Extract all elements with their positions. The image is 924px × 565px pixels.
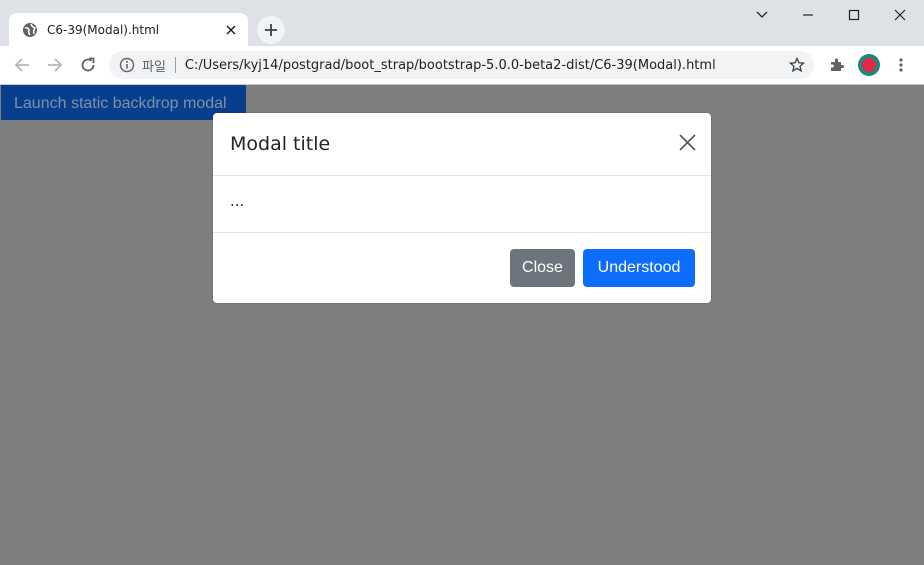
reload-icon — [81, 57, 95, 72]
menu-button[interactable] — [887, 51, 915, 79]
page-content: Launch static backdrop modal Modal title… — [0, 85, 924, 565]
profile-avatar[interactable] — [858, 54, 880, 76]
window-close-button[interactable] — [877, 0, 923, 30]
modal-dialog: Modal title ... Close Understood — [213, 113, 711, 303]
modal-close-icon[interactable] — [677, 132, 697, 152]
maximize-button[interactable] — [831, 0, 877, 30]
divider — [174, 57, 176, 73]
window-close-icon — [894, 9, 906, 21]
tab-title: C6-39(Modal).html — [47, 22, 160, 37]
star-icon[interactable] — [783, 51, 811, 79]
modal-footer: Close Understood — [213, 233, 711, 303]
reload-button[interactable] — [74, 51, 102, 79]
new-tab-button[interactable] — [257, 16, 285, 44]
close-icon[interactable] — [221, 20, 241, 40]
minimize-icon — [803, 14, 813, 16]
maximize-icon — [848, 9, 860, 21]
kebab-menu-icon — [899, 58, 903, 72]
browser-tab[interactable]: C6-39(Modal).html — [9, 13, 248, 46]
modal-title: Modal title — [230, 133, 331, 155]
back-button[interactable] — [8, 51, 36, 79]
minimize-button[interactable] — [785, 0, 831, 30]
close-button[interactable]: Close — [510, 249, 575, 287]
info-icon[interactable] — [119, 57, 135, 73]
browser-chrome: C6-39(Modal).html 파일 C:/Users/kyj14/post… — [0, 0, 924, 85]
address-bar[interactable]: 파일 C:/Users/kyj14/postgrad/boot_strap/bo… — [109, 51, 814, 79]
forward-arrow-icon — [48, 58, 63, 72]
plus-icon — [265, 24, 277, 36]
extensions-button[interactable] — [823, 51, 851, 79]
launch-modal-button[interactable]: Launch static backdrop modal — [1, 85, 246, 120]
tab-search-button[interactable] — [739, 0, 785, 30]
tab-strip: C6-39(Modal).html — [0, 0, 924, 46]
modal-body-text: ... — [230, 192, 245, 210]
modal-body: ... — [213, 176, 711, 233]
url-text[interactable]: C:/Users/kyj14/postgrad/boot_strap/boots… — [185, 58, 783, 73]
profile-dot — [862, 58, 876, 72]
scheme-label: 파일 — [142, 59, 166, 75]
globe-icon — [22, 22, 38, 38]
puzzle-icon — [831, 58, 844, 71]
modal-header: Modal title — [213, 113, 711, 176]
browser-toolbar: 파일 C:/Users/kyj14/postgrad/boot_strap/bo… — [0, 46, 924, 84]
forward-button[interactable] — [41, 51, 69, 79]
back-arrow-icon — [14, 58, 29, 72]
understood-button[interactable]: Understood — [583, 249, 695, 287]
chevron-down-icon — [756, 11, 768, 18]
